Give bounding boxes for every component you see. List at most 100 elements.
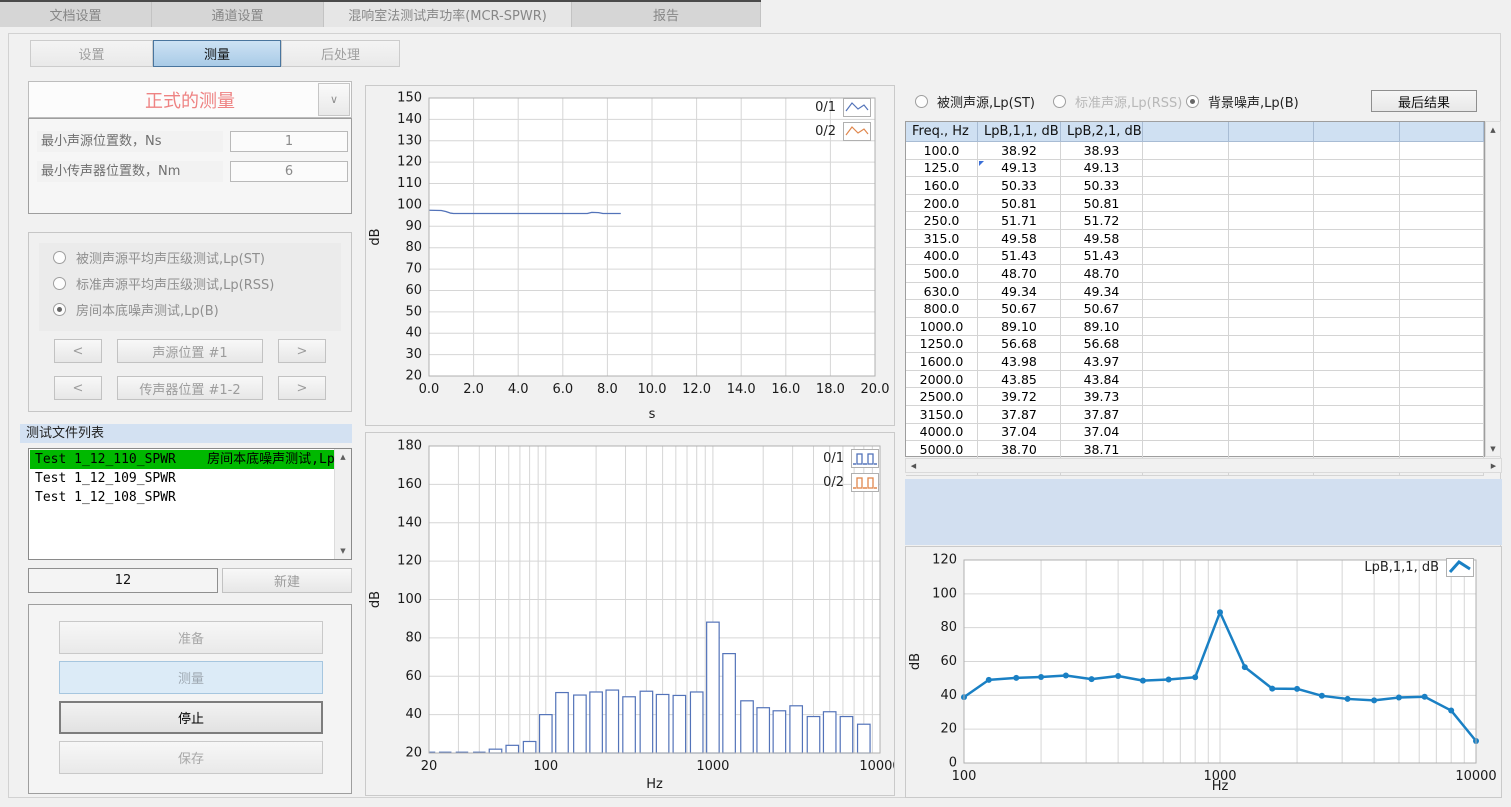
table-row[interactable]: 500.048.7048.70 (906, 265, 1484, 283)
table-row[interactable]: 200.050.8150.81 (906, 195, 1484, 213)
subtab-0[interactable]: 设置 (30, 40, 153, 67)
mic-position-button[interactable]: 传声器位置 #1-2 (117, 376, 263, 400)
source-position-button[interactable]: 声源位置 #1 (117, 339, 263, 363)
table-cell (1229, 424, 1314, 441)
table-row[interactable]: 315.049.5849.58 (906, 230, 1484, 248)
svg-text:40: 40 (940, 688, 957, 703)
table-cell (1143, 160, 1229, 177)
table-cell (1314, 265, 1400, 282)
measure-mode-dropdown[interactable]: 正式的测量 ∨ (28, 81, 352, 118)
file-list-item[interactable]: Test 1_12_109_SPWR (30, 469, 334, 488)
table-row[interactable]: 100.038.9238.93 (906, 142, 1484, 160)
mic-position-next-button[interactable]: > (278, 376, 326, 400)
table-row[interactable]: 160.050.3350.33 (906, 177, 1484, 195)
scroll-down-icon[interactable]: ▼ (1486, 441, 1500, 456)
test-type-radio-0[interactable]: 被测声源平均声压级测试,Lp(ST) (53, 245, 341, 269)
radio-circle-icon[interactable] (53, 303, 66, 316)
stop-button[interactable]: 停止 (59, 701, 323, 734)
radio-circle-icon[interactable] (915, 95, 928, 108)
table-cell: 43.84 (1061, 371, 1143, 388)
measure-button[interactable]: 测量 (59, 661, 323, 694)
svg-text:14.0: 14.0 (727, 382, 756, 397)
mic-position-prev-button[interactable]: < (54, 376, 102, 400)
table-cell: 4000.0 (906, 424, 978, 441)
param-field-ns[interactable]: 1 (230, 131, 348, 152)
table-cell (1314, 318, 1400, 335)
view-radio-1[interactable]: 标准声源,Lp(RSS) (1053, 92, 1186, 111)
table-row[interactable]: 3150.037.8737.87 (906, 406, 1484, 424)
file-list-item[interactable]: Test 1_12_110_SPWR 房间本底噪声测试,Lp(B) (30, 450, 334, 469)
svg-text:10000: 10000 (1455, 769, 1496, 784)
final-result-button[interactable]: 最后结果 (1371, 90, 1477, 112)
table-cell (1229, 441, 1314, 458)
table-horizontal-scrollbar[interactable]: ◀ ▶ (905, 458, 1502, 473)
table-cell (1314, 353, 1400, 370)
file-list-scrollbar[interactable]: ▲ ▼ (334, 449, 351, 559)
subtab-2[interactable]: 后处理 (281, 40, 400, 67)
svg-text:140: 140 (397, 515, 422, 530)
table-row[interactable]: 125.049.1349.13 (906, 160, 1484, 178)
table-row[interactable]: 1250.056.6856.68 (906, 336, 1484, 354)
table-cell (1314, 195, 1400, 212)
test-type-radio-1[interactable]: 标准声源平均声压级测试,Lp(RSS) (53, 271, 341, 295)
cell-marker-icon (979, 161, 984, 166)
table-cell (1229, 212, 1314, 229)
scroll-left-icon[interactable]: ◀ (906, 459, 921, 472)
svg-text:20.0: 20.0 (861, 382, 890, 397)
svg-text:90: 90 (405, 219, 422, 234)
tab-3[interactable]: 报告 (572, 2, 761, 27)
file-list-item[interactable]: Test 1_12_108_SPWR (30, 488, 334, 507)
param-field-nm[interactable]: 6 (230, 161, 348, 182)
table-cell (1229, 283, 1314, 300)
test-type-radio-2[interactable]: 房间本底噪声测试,Lp(B) (53, 297, 341, 321)
table-cell (1143, 318, 1229, 335)
table-vertical-scrollbar[interactable]: ▲ ▼ (1485, 121, 1501, 457)
view-radio-0[interactable]: 被测声源,Lp(ST) (915, 92, 1053, 111)
table-cell: 250.0 (906, 212, 978, 229)
scroll-down-icon[interactable]: ▼ (335, 543, 351, 559)
table-cell (1229, 177, 1314, 194)
scroll-up-icon[interactable]: ▲ (1486, 122, 1500, 137)
table-row[interactable]: 5000.038.7038.71 (906, 441, 1484, 459)
table-cell (1143, 424, 1229, 441)
chevron-down-icon[interactable]: ∨ (318, 83, 350, 116)
table-cell (1143, 371, 1229, 388)
prepare-button[interactable]: 准备 (59, 621, 323, 654)
table-row[interactable]: 1000.089.1089.10 (906, 318, 1484, 336)
legend-entry: 0/2 (823, 473, 879, 492)
source-position-next-button[interactable]: > (278, 339, 326, 363)
table-cell: 315.0 (906, 230, 978, 247)
table-row[interactable]: 2000.043.8543.84 (906, 371, 1484, 389)
radio-circle-icon[interactable] (1053, 95, 1066, 108)
subtab-1[interactable]: 测量 (153, 40, 281, 67)
tab-2[interactable]: 混响室法测试声功率(MCR-SPWR) (324, 2, 572, 27)
source-position-prev-button[interactable]: < (54, 339, 102, 363)
table-row[interactable]: 800.050.6750.67 (906, 300, 1484, 318)
legend-label: 0/1 (815, 100, 836, 115)
svg-text:70: 70 (405, 262, 422, 277)
view-radio-2[interactable]: 背景噪声,Lp(B) (1186, 92, 1299, 111)
table-row[interactable]: 1600.043.9843.97 (906, 353, 1484, 371)
svg-text:50: 50 (405, 304, 422, 319)
svg-text:40: 40 (405, 326, 422, 341)
scroll-up-icon[interactable]: ▲ (335, 449, 351, 465)
table-row[interactable]: 2500.039.7239.73 (906, 388, 1484, 406)
radio-circle-icon[interactable] (53, 277, 66, 290)
radio-circle-icon[interactable] (1186, 95, 1199, 108)
radio-circle-icon[interactable] (53, 251, 66, 264)
table-cell (1143, 212, 1229, 229)
test-counter-button[interactable]: 12 (28, 568, 218, 593)
new-test-button[interactable]: 新建 (222, 568, 352, 593)
table-row[interactable]: 250.051.7151.72 (906, 212, 1484, 230)
scroll-right-icon[interactable]: ▶ (1486, 459, 1501, 472)
save-button[interactable]: 保存 (59, 741, 323, 774)
table-row[interactable]: 4000.037.0437.04 (906, 424, 1484, 442)
svg-text:120: 120 (397, 155, 422, 170)
bar-legend-icon (851, 473, 879, 492)
table-cell (1314, 230, 1400, 247)
table-row[interactable]: 400.051.4351.43 (906, 248, 1484, 266)
table-cell (1400, 212, 1484, 229)
tab-0[interactable]: 文档设置 (0, 2, 152, 27)
tab-1[interactable]: 通道设置 (152, 2, 324, 27)
table-row[interactable]: 630.049.3449.34 (906, 283, 1484, 301)
